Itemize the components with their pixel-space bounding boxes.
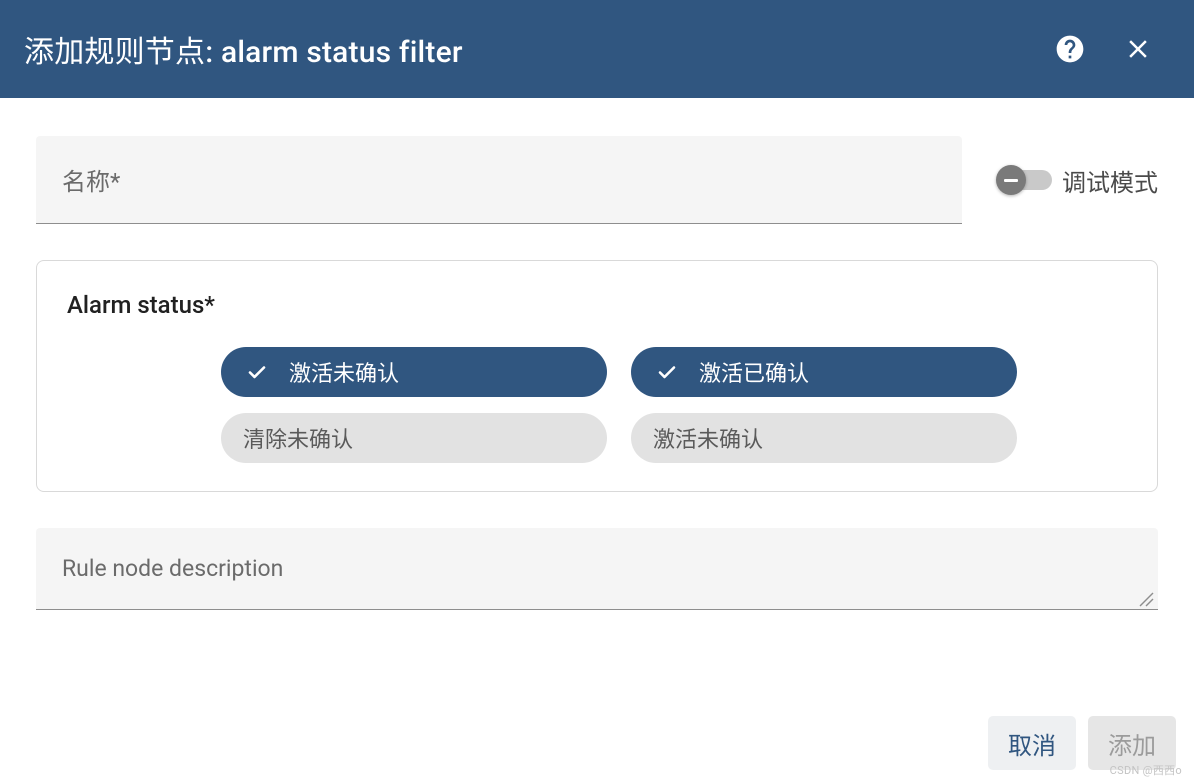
close-icon[interactable]	[1116, 27, 1160, 71]
alarm-status-chip[interactable]: 清除未确认	[221, 413, 607, 463]
cancel-button[interactable]: 取消	[988, 716, 1076, 770]
alarm-status-chip-grid: 激活未确认 激活已确认清除未确认 激活未确认	[67, 347, 1127, 463]
name-row: 名称* 调试模式	[36, 136, 1158, 224]
alarm-status-chip[interactable]: 激活已确认	[631, 347, 1017, 397]
dialog-header: 添加规则节点: alarm status filter	[0, 0, 1194, 98]
debug-toggle[interactable]: 调试模式	[978, 163, 1158, 198]
debug-label: 调试模式	[1062, 163, 1158, 198]
chip-label: 激活已确认	[699, 356, 809, 388]
description-field[interactable]: Rule node description	[36, 528, 1158, 610]
alarm-status-card: Alarm status* 激活未确认 激活已确认清除未确认 激活未确认	[36, 260, 1158, 492]
toggle-track[interactable]	[1000, 170, 1052, 190]
help-icon[interactable]	[1048, 27, 1092, 71]
chip-label: 激活未确认	[289, 356, 399, 388]
watermark: CSDN @西西o	[1110, 762, 1182, 778]
resize-handle-icon[interactable]	[1136, 589, 1154, 607]
name-label: 名称*	[62, 162, 120, 197]
dialog-title: 添加规则节点: alarm status filter	[24, 27, 1024, 71]
alarm-status-chip[interactable]: 激活未确认	[221, 347, 607, 397]
alarm-status-chip[interactable]: 激活未确认	[631, 413, 1017, 463]
chip-label: 清除未确认	[243, 422, 353, 454]
description-label: Rule node description	[62, 555, 283, 582]
check-icon	[653, 360, 681, 384]
alarm-status-title: Alarm status*	[67, 291, 1127, 319]
check-icon	[243, 360, 271, 384]
toggle-thumb[interactable]	[996, 165, 1026, 195]
name-field[interactable]: 名称*	[36, 136, 962, 224]
chip-label: 激活未确认	[653, 422, 763, 454]
